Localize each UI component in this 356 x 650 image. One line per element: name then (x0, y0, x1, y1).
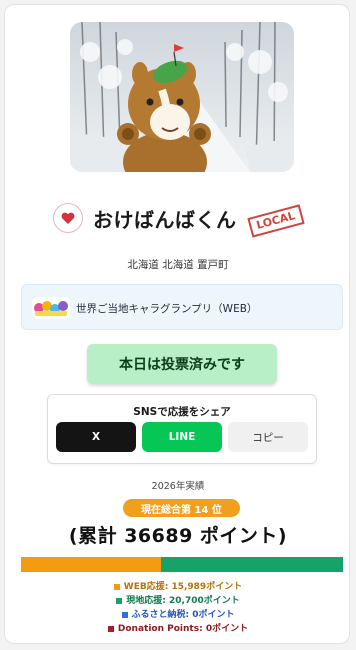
legend-web: WEB応援: 15,989ポイント (5, 579, 351, 592)
legend-furusato: ふるさと納税: 0ポイント (5, 607, 351, 620)
points-segment-0 (21, 557, 162, 572)
legend-local: 現地応援: 20,700ポイント (5, 593, 351, 606)
character-location: 北海道 北海道 置戸町 (127, 259, 229, 271)
legend-local-swatch (116, 597, 123, 604)
legend-furusato-swatch (121, 611, 128, 618)
rank-badge: 現在総合第 14 位 (123, 499, 240, 517)
character-card: おけばんばくん LOCAL 北海道 北海道 置戸町 世界ご当地キャラグランプリ（… (4, 4, 350, 644)
legend-web-swatch (113, 583, 120, 590)
legend-donation-label: Donation Points: 0ポイント (117, 624, 249, 634)
total-points: (累計 36689 ポイント) (68, 525, 288, 547)
heart-icon (61, 212, 75, 224)
year-label: 2026年実績 (151, 481, 205, 492)
share-panel: SNSで応援をシェア X LINE コピー (47, 394, 317, 464)
legend-web-label: WEB応援: 15,989ポイント (123, 582, 243, 592)
legend-donation-swatch (107, 625, 114, 632)
grandprix-link[interactable]: 世界ご当地キャラグランプリ（WEB） (21, 284, 343, 330)
share-x-button[interactable]: X (56, 422, 136, 452)
legend-furusato-label: ふるさと納税: 0ポイント (131, 610, 235, 620)
points-segment-1 (161, 557, 343, 572)
grandprix-logo-icon (32, 297, 70, 319)
copy-link-button[interactable]: コピー (228, 422, 308, 452)
character-name: おけばんばくん (93, 208, 237, 232)
legend-donation: Donation Points: 0ポイント (5, 621, 351, 634)
legend-local-label: 現地応援: 20,700ポイント (126, 596, 240, 606)
local-badge: LOCAL (247, 204, 305, 238)
share-line-button[interactable]: LINE (142, 422, 222, 452)
character-photo (70, 22, 294, 172)
share-title: SNSで応援をシェア (133, 406, 231, 418)
points-breakdown-bar (21, 557, 343, 572)
favorite-button[interactable] (53, 203, 83, 233)
grandprix-label: 世界ご当地キャラグランプリ（WEB） (76, 303, 258, 315)
vote-button[interactable]: 本日は投票済みです (87, 344, 277, 384)
